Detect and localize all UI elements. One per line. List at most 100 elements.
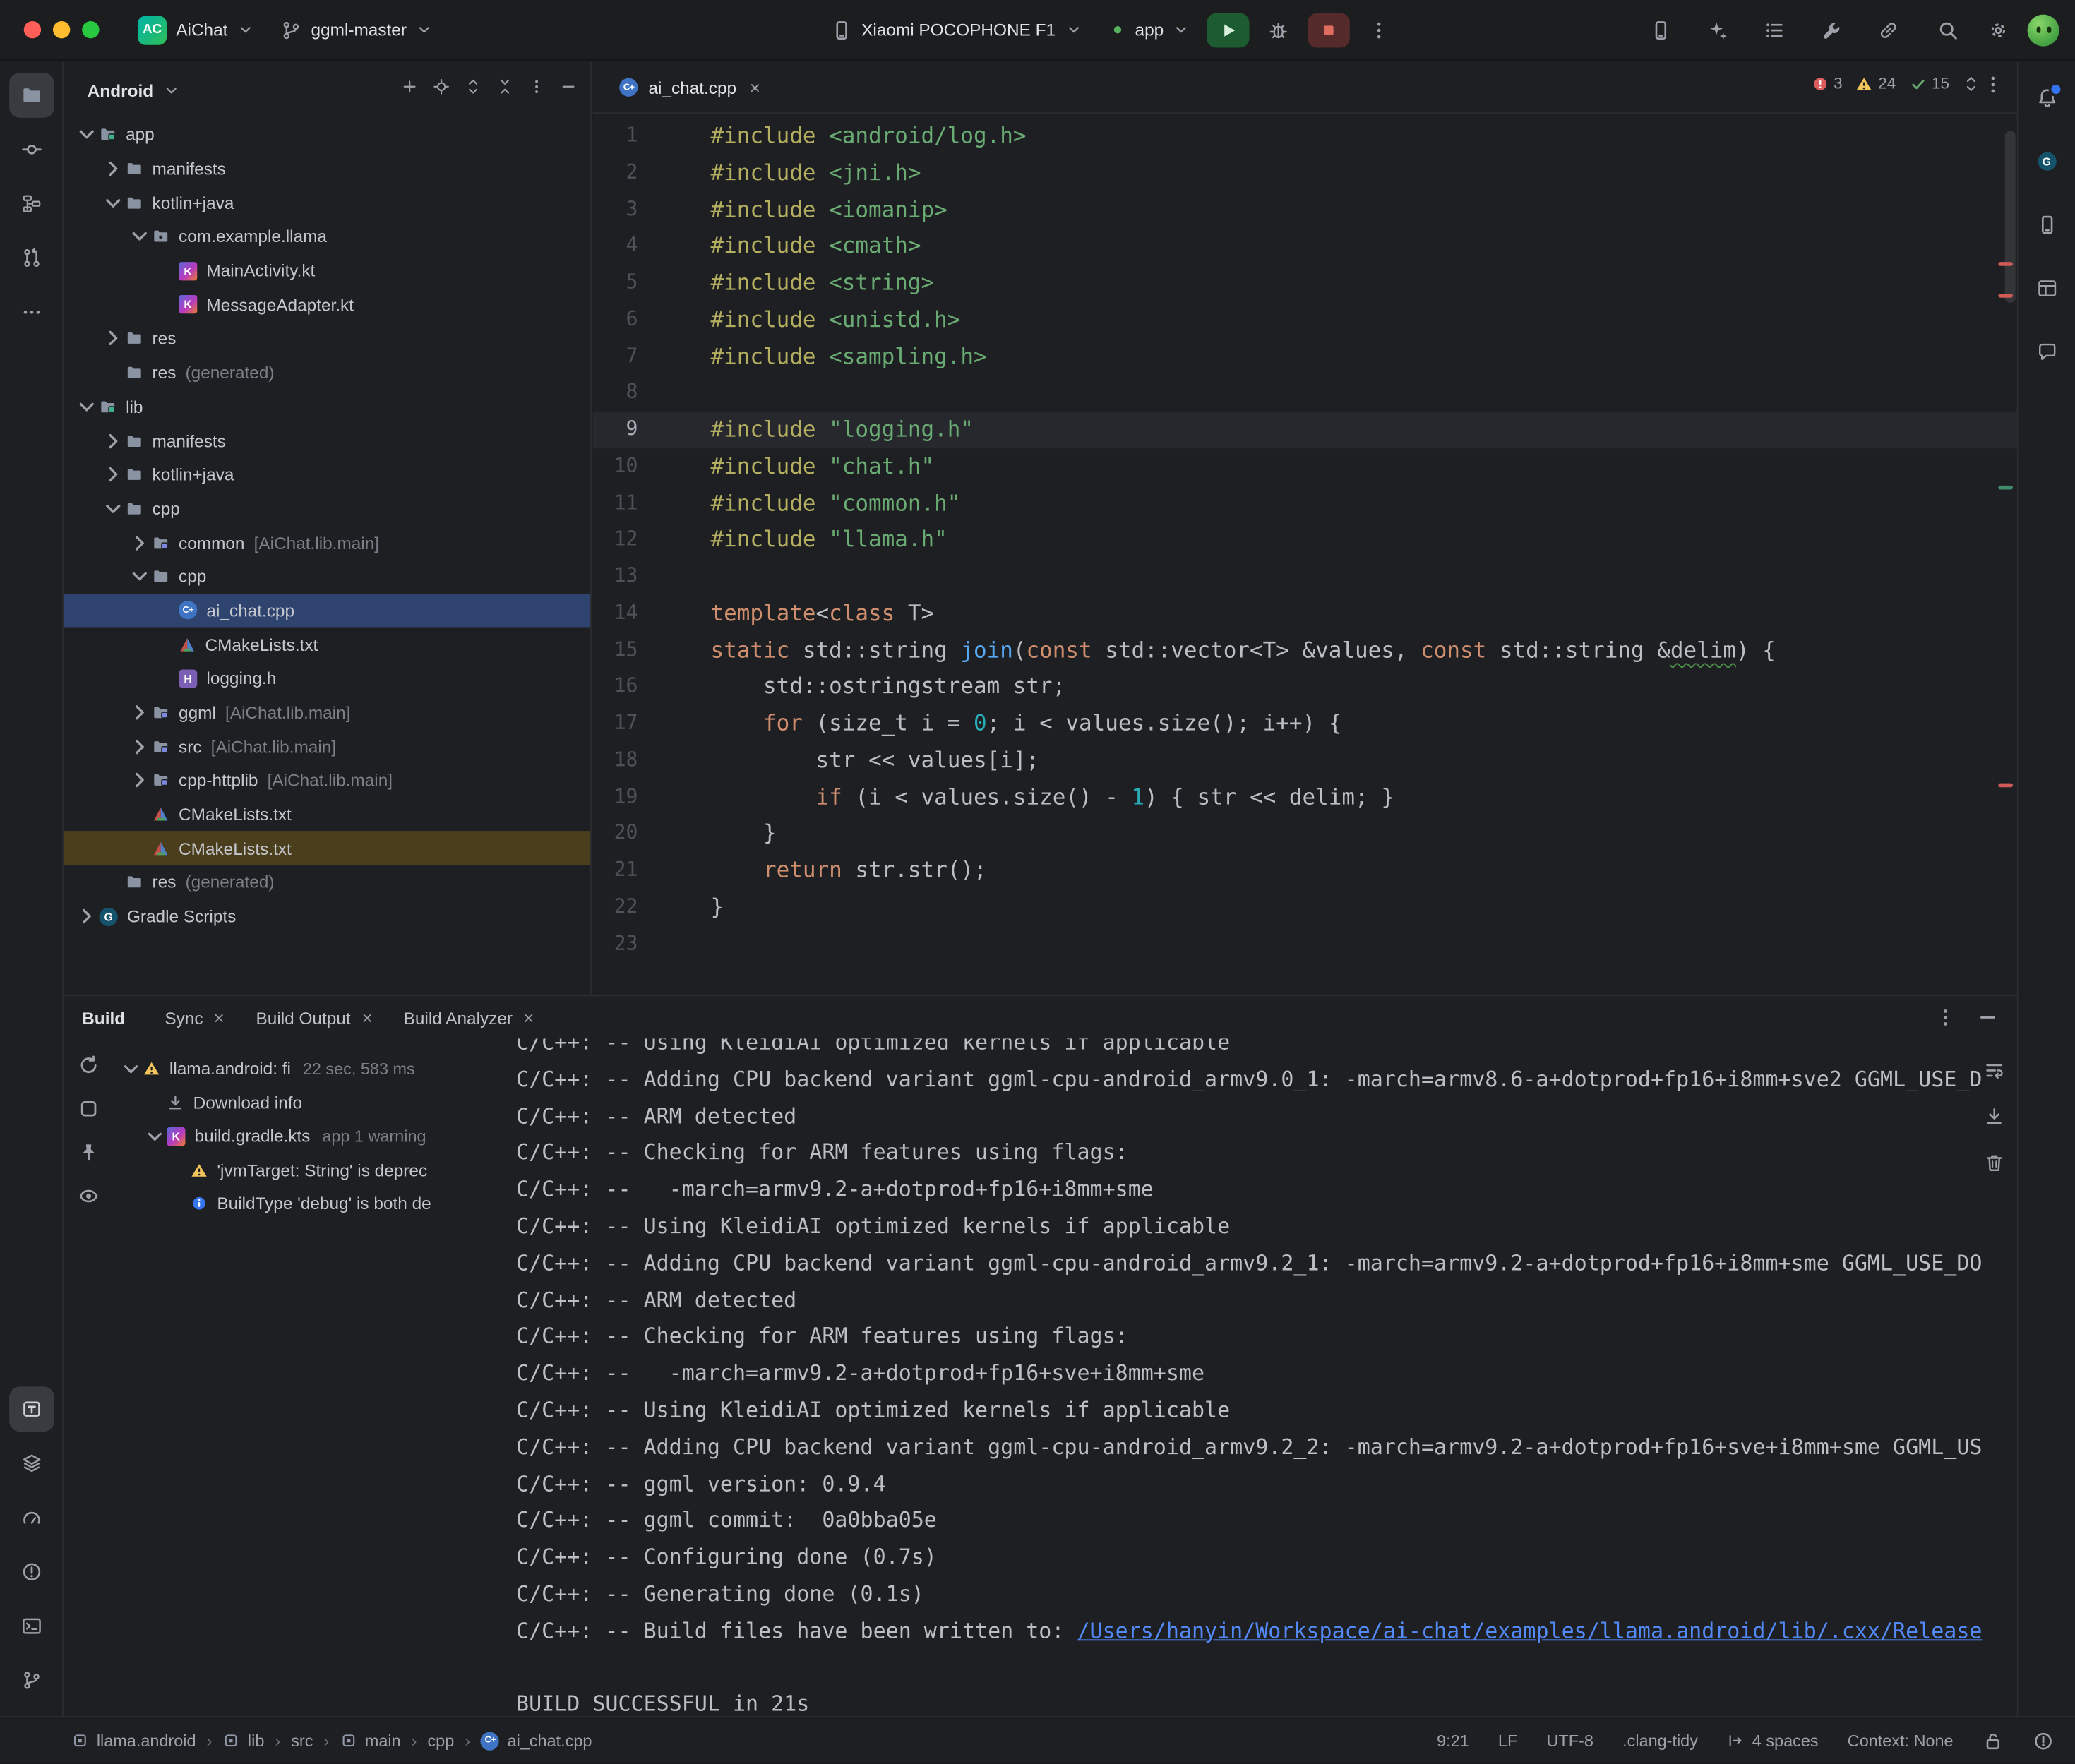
tree-item-ai-chat-cpp[interactable]: C+ai_chat.cpp xyxy=(64,594,590,628)
code-style-widget[interactable]: 4 spaces xyxy=(1727,1732,1818,1750)
build-tree-item-build-gradle-kts[interactable]: Kbuild.gradle.ktsapp 1 warning xyxy=(114,1120,503,1153)
code-line[interactable]: 13 xyxy=(593,558,2017,595)
breadcrumb-lib[interactable]: lib xyxy=(222,1732,264,1750)
device-selector[interactable]: Xiaomi POCOPHONE F1 xyxy=(822,14,1092,46)
tree-item-gradle-scripts[interactable]: GGradle Scripts xyxy=(64,899,590,933)
add-button[interactable] xyxy=(401,78,418,102)
code-line[interactable]: 6#include <unistd.h> xyxy=(593,301,2017,338)
chevron-right-icon[interactable] xyxy=(100,326,126,352)
chevron-down-icon[interactable] xyxy=(127,564,153,589)
show-details-button[interactable] xyxy=(78,1185,100,1213)
close-icon[interactable] xyxy=(522,1010,537,1025)
chevron-right-icon[interactable] xyxy=(100,462,126,488)
file-encoding[interactable]: UTF-8 xyxy=(1547,1732,1593,1750)
clear-all-button[interactable] xyxy=(1984,1153,2005,1180)
tree-item-kotlin-java[interactable]: kotlin+java xyxy=(64,457,590,491)
project-view-selector[interactable]: Android xyxy=(88,80,153,100)
gradle-tool-button[interactable]: G xyxy=(2024,139,2069,184)
code-line[interactable]: 18 str << values[i]; xyxy=(593,742,2017,779)
code-line[interactable]: 11#include "common.h" xyxy=(593,485,2017,522)
run-button[interactable] xyxy=(1207,13,1250,47)
stop-build-button[interactable] xyxy=(78,1098,100,1126)
tree-item-cpp-httplib[interactable]: cpp-httplib[AiChat.lib.main] xyxy=(64,764,590,798)
tree-item-cmakelists-txt[interactable]: CMakeLists.txt xyxy=(64,798,590,832)
line-separator[interactable]: LF xyxy=(1498,1732,1517,1750)
code-line[interactable]: 21 return str.str(); xyxy=(593,852,2017,889)
tree-item-logging-h[interactable]: Hlogging.h xyxy=(64,661,590,695)
tree-item-res[interactable]: res xyxy=(64,322,590,356)
caret-position[interactable]: 9:21 xyxy=(1437,1732,1469,1750)
assistant-tool-button[interactable] xyxy=(2024,330,2069,375)
breadcrumb-ai-chat-cpp[interactable]: C+ai_chat.cpp xyxy=(481,1732,592,1750)
tree-item-messageadapter-kt[interactable]: KMessageAdapter.kt xyxy=(64,288,590,322)
share-link-button[interactable] xyxy=(1871,13,1906,47)
branch-selector[interactable]: ggml-master xyxy=(271,14,442,46)
build-output-link[interactable]: /Users/hanyin/Workspace/ai-chat/examples… xyxy=(1077,1618,1982,1643)
tree-item-res[interactable]: res(generated) xyxy=(64,356,590,390)
chevron-right-icon[interactable] xyxy=(127,734,153,760)
expand-all-button[interactable] xyxy=(465,78,482,102)
build-tree-item-buildtype-debug-is-both-de[interactable]: BuildType 'debug' is both de xyxy=(114,1187,503,1220)
chevron-right-icon[interactable] xyxy=(100,428,126,453)
close-window-button[interactable] xyxy=(24,21,41,38)
structure-tool-button[interactable] xyxy=(8,181,54,227)
code-line[interactable]: 17 for (size_t i = 0; i < values.size();… xyxy=(593,705,2017,742)
code-line[interactable]: 5#include <string> xyxy=(593,265,2017,301)
tree-item-cmakelists-txt[interactable]: CMakeLists.txt xyxy=(64,628,590,661)
errors-count[interactable]: 3 xyxy=(1811,74,1842,92)
tree-item-common[interactable]: common[AiChat.lib.main] xyxy=(64,526,590,560)
chevron-down-icon[interactable] xyxy=(100,496,126,522)
tree-item-cpp[interactable]: cpp xyxy=(64,560,590,594)
zoom-window-button[interactable] xyxy=(82,21,99,38)
settings-button[interactable] xyxy=(1977,13,2019,47)
resolve-context[interactable]: Context: None xyxy=(1848,1732,1954,1750)
device-explorer-tool-button[interactable] xyxy=(2024,203,2069,248)
chevron-down-icon[interactable] xyxy=(162,81,179,98)
code-line[interactable]: 1#include <android/log.h> xyxy=(593,118,2017,155)
tree-item-kotlin-java[interactable]: kotlin+java xyxy=(64,186,590,220)
build-tree-item-download-info[interactable]: Download info xyxy=(114,1086,503,1120)
pull-requests-tool-button[interactable] xyxy=(8,236,54,281)
build-panel-title[interactable]: Build xyxy=(82,1007,125,1027)
chevron-down-icon[interactable] xyxy=(143,1124,167,1148)
hide-panel-icon[interactable] xyxy=(1977,1007,1998,1028)
select-opened-file-button[interactable] xyxy=(433,78,450,102)
more-options-button[interactable] xyxy=(528,78,545,102)
prev-next-error-icons[interactable] xyxy=(1963,75,1980,92)
clang-tidy-status[interactable]: .clang-tidy xyxy=(1622,1732,1698,1750)
ai-assistant-button[interactable] xyxy=(1701,13,1735,47)
breadcrumb-main[interactable]: main xyxy=(340,1732,400,1750)
run-configuration-selector[interactable]: app xyxy=(1099,15,1200,45)
terminal-tool-button[interactable] xyxy=(8,1604,54,1649)
code-line[interactable]: 12#include "llama.h" xyxy=(593,522,2017,558)
commit-tool-button[interactable] xyxy=(8,127,54,172)
tree-item-cpp[interactable]: cpp xyxy=(64,491,590,525)
pin-tab-button[interactable] xyxy=(78,1142,100,1170)
kebab-icon[interactable] xyxy=(1935,1007,1956,1028)
code-line[interactable]: 3#include <iomanip> xyxy=(593,191,2017,228)
code-line[interactable]: 2#include <jni.h> xyxy=(593,155,2017,191)
task-list-button[interactable] xyxy=(1757,13,1792,47)
notifications-tool-button[interactable] xyxy=(2024,76,2069,121)
tree-item-lib[interactable]: lib xyxy=(64,390,590,424)
chevron-down-icon[interactable] xyxy=(74,394,100,419)
code-line[interactable]: 8 xyxy=(593,375,2017,412)
close-icon[interactable] xyxy=(747,80,762,95)
error-stripe-mark[interactable] xyxy=(1998,784,2013,788)
code-line[interactable]: 22} xyxy=(593,889,2017,925)
profile-avatar[interactable] xyxy=(2028,14,2059,46)
collapse-all-button[interactable] xyxy=(496,78,513,102)
more-actions-button[interactable] xyxy=(1358,13,1401,47)
breadcrumb-cpp[interactable]: cpp xyxy=(427,1732,454,1750)
device-mirroring-button[interactable] xyxy=(1644,13,1678,47)
code-line[interactable]: 19 if (i < values.size() - 1) { str << d… xyxy=(593,779,2017,815)
change-stripe-mark[interactable] xyxy=(1998,486,2013,490)
debug-button[interactable] xyxy=(1257,13,1300,47)
tree-item-ggml[interactable]: ggml[AiChat.lib.main] xyxy=(64,695,590,729)
chevron-down-icon[interactable] xyxy=(127,224,153,250)
code-area[interactable]: 1#include <android/log.h>2#include <jni.… xyxy=(593,114,2017,993)
tree-item-manifests[interactable]: manifests xyxy=(64,424,590,457)
running-devices-tool-button[interactable] xyxy=(8,1387,54,1432)
build-tab-sync[interactable]: Sync xyxy=(154,1002,237,1033)
tree-item-mainactivity-kt[interactable]: KMainActivity.kt xyxy=(64,253,590,287)
